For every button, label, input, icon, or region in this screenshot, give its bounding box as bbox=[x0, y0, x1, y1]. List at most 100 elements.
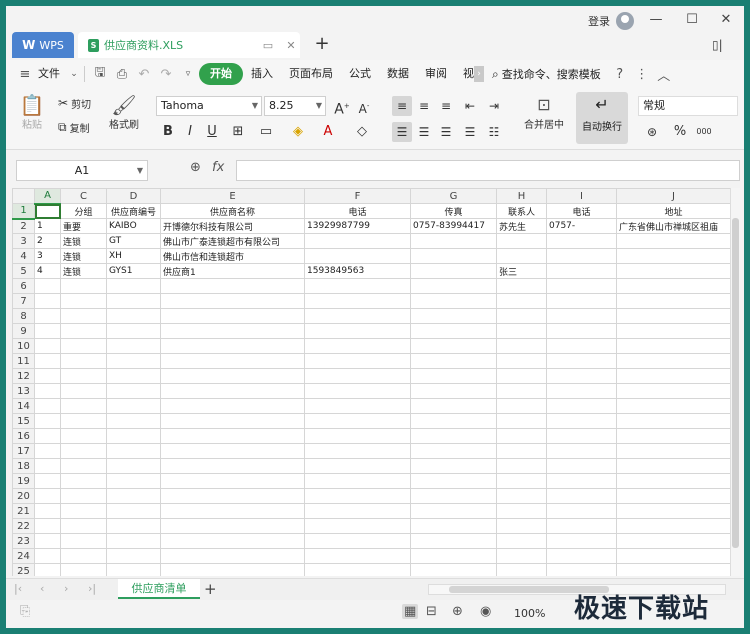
cell[interactable] bbox=[496, 308, 547, 324]
cell[interactable] bbox=[496, 458, 547, 474]
cell[interactable] bbox=[496, 413, 547, 429]
currency-icon[interactable]: ⊛ bbox=[642, 122, 662, 142]
cell[interactable] bbox=[160, 488, 305, 504]
cell[interactable] bbox=[160, 383, 305, 399]
cell[interactable] bbox=[546, 518, 617, 534]
cell[interactable] bbox=[34, 473, 61, 489]
column-header[interactable]: J bbox=[616, 188, 731, 204]
row-header[interactable]: 7 bbox=[12, 293, 35, 309]
menu-data[interactable]: 数据 bbox=[379, 63, 417, 85]
cell[interactable] bbox=[410, 278, 497, 294]
cell[interactable] bbox=[304, 338, 411, 354]
cell[interactable] bbox=[304, 308, 411, 324]
cell[interactable] bbox=[546, 278, 617, 294]
collapse-ribbon-icon[interactable]: ︿ bbox=[653, 65, 675, 84]
cell[interactable] bbox=[546, 413, 617, 429]
align-center-icon[interactable]: ☰ bbox=[414, 122, 434, 142]
cell[interactable] bbox=[60, 383, 107, 399]
page-break-view-icon[interactable]: ⊟ bbox=[426, 604, 437, 619]
menu-file[interactable]: 文件 bbox=[36, 63, 68, 85]
cell[interactable] bbox=[304, 548, 411, 564]
row-header[interactable]: 16 bbox=[12, 428, 35, 444]
cell[interactable]: 佛山市信和连锁超市 bbox=[160, 248, 305, 264]
cell[interactable] bbox=[304, 368, 411, 384]
fx-icon[interactable]: fx bbox=[212, 160, 224, 175]
format-painter-button[interactable]: 🖌 格式刷 bbox=[106, 94, 142, 131]
cell[interactable] bbox=[160, 293, 305, 309]
cell[interactable] bbox=[304, 488, 411, 504]
cell[interactable] bbox=[60, 413, 107, 429]
row-header[interactable]: 5 bbox=[12, 263, 35, 279]
align-top-icon[interactable]: ≡ bbox=[392, 96, 412, 116]
clear-icon[interactable]: ◇ bbox=[352, 122, 372, 142]
cell[interactable] bbox=[616, 308, 731, 324]
cell[interactable] bbox=[410, 503, 497, 519]
cell-style-icon[interactable]: ▭ bbox=[256, 122, 276, 142]
row-header[interactable]: 11 bbox=[12, 353, 35, 369]
cell[interactable]: 佛山市广泰连锁超市有限公司 bbox=[160, 233, 305, 249]
cell[interactable] bbox=[546, 338, 617, 354]
cell[interactable] bbox=[160, 278, 305, 294]
cell[interactable] bbox=[410, 518, 497, 534]
column-header[interactable]: D bbox=[106, 188, 161, 204]
wrap-text-button[interactable]: ↵ 自动换行 bbox=[576, 92, 628, 144]
cell[interactable] bbox=[160, 548, 305, 564]
more-icon[interactable]: ⋮ bbox=[631, 67, 653, 82]
cell[interactable] bbox=[60, 518, 107, 534]
cell[interactable]: 1593849563 bbox=[304, 263, 411, 279]
cell[interactable] bbox=[616, 473, 731, 489]
cell[interactable] bbox=[34, 548, 61, 564]
cell[interactable] bbox=[160, 458, 305, 474]
cell[interactable] bbox=[410, 473, 497, 489]
column-header[interactable]: G bbox=[410, 188, 497, 204]
merge-center-button[interactable]: ⊡ 合并居中 bbox=[516, 94, 572, 131]
row-header[interactable]: 12 bbox=[12, 368, 35, 384]
add-sheet-button[interactable]: + bbox=[204, 579, 217, 599]
cell[interactable] bbox=[160, 503, 305, 519]
font-size-select[interactable]: 8.25 ▼ bbox=[264, 96, 326, 116]
cell[interactable] bbox=[106, 443, 161, 459]
cell[interactable] bbox=[496, 278, 547, 294]
cell[interactable] bbox=[34, 428, 61, 444]
cell[interactable] bbox=[34, 563, 61, 576]
cell[interactable] bbox=[304, 443, 411, 459]
maximize-button[interactable]: ☐ bbox=[678, 10, 706, 30]
cell[interactable] bbox=[106, 338, 161, 354]
cell[interactable] bbox=[304, 473, 411, 489]
cell[interactable] bbox=[410, 293, 497, 309]
cell[interactable] bbox=[34, 398, 61, 414]
cell[interactable] bbox=[410, 413, 497, 429]
cell[interactable] bbox=[106, 473, 161, 489]
cell[interactable] bbox=[160, 428, 305, 444]
menu-home[interactable]: 开始 bbox=[199, 63, 243, 85]
cell[interactable]: 2 bbox=[34, 233, 61, 249]
cell[interactable] bbox=[160, 353, 305, 369]
cell[interactable] bbox=[60, 353, 107, 369]
cell[interactable] bbox=[616, 383, 731, 399]
column-header[interactable]: F bbox=[304, 188, 411, 204]
cell[interactable] bbox=[616, 428, 731, 444]
cell[interactable] bbox=[106, 428, 161, 444]
cell[interactable] bbox=[106, 458, 161, 474]
row-header[interactable]: 1 bbox=[12, 203, 35, 220]
row-header[interactable]: 3 bbox=[12, 233, 35, 249]
cell[interactable] bbox=[34, 413, 61, 429]
cell[interactable] bbox=[60, 323, 107, 339]
cell[interactable] bbox=[616, 518, 731, 534]
cell[interactable]: 0757-83994417 bbox=[410, 218, 497, 234]
cell[interactable] bbox=[34, 203, 61, 219]
cell[interactable] bbox=[106, 308, 161, 324]
cell[interactable] bbox=[60, 533, 107, 549]
cut-button[interactable]: ✂ 剪切 bbox=[58, 96, 91, 111]
row-header[interactable]: 2 bbox=[12, 218, 35, 234]
cell[interactable]: 联系人 bbox=[496, 203, 547, 219]
next-sheet-icon[interactable]: › bbox=[64, 582, 68, 595]
cell[interactable] bbox=[616, 233, 731, 249]
cell[interactable] bbox=[304, 563, 411, 576]
italic-icon[interactable]: I bbox=[180, 122, 200, 142]
cell[interactable] bbox=[60, 548, 107, 564]
cell[interactable] bbox=[410, 443, 497, 459]
row-header[interactable]: 24 bbox=[12, 548, 35, 564]
column-header[interactable]: A bbox=[34, 188, 61, 205]
tab-document[interactable]: S 供应商资料.XLS ▭ ✕ bbox=[78, 32, 300, 58]
